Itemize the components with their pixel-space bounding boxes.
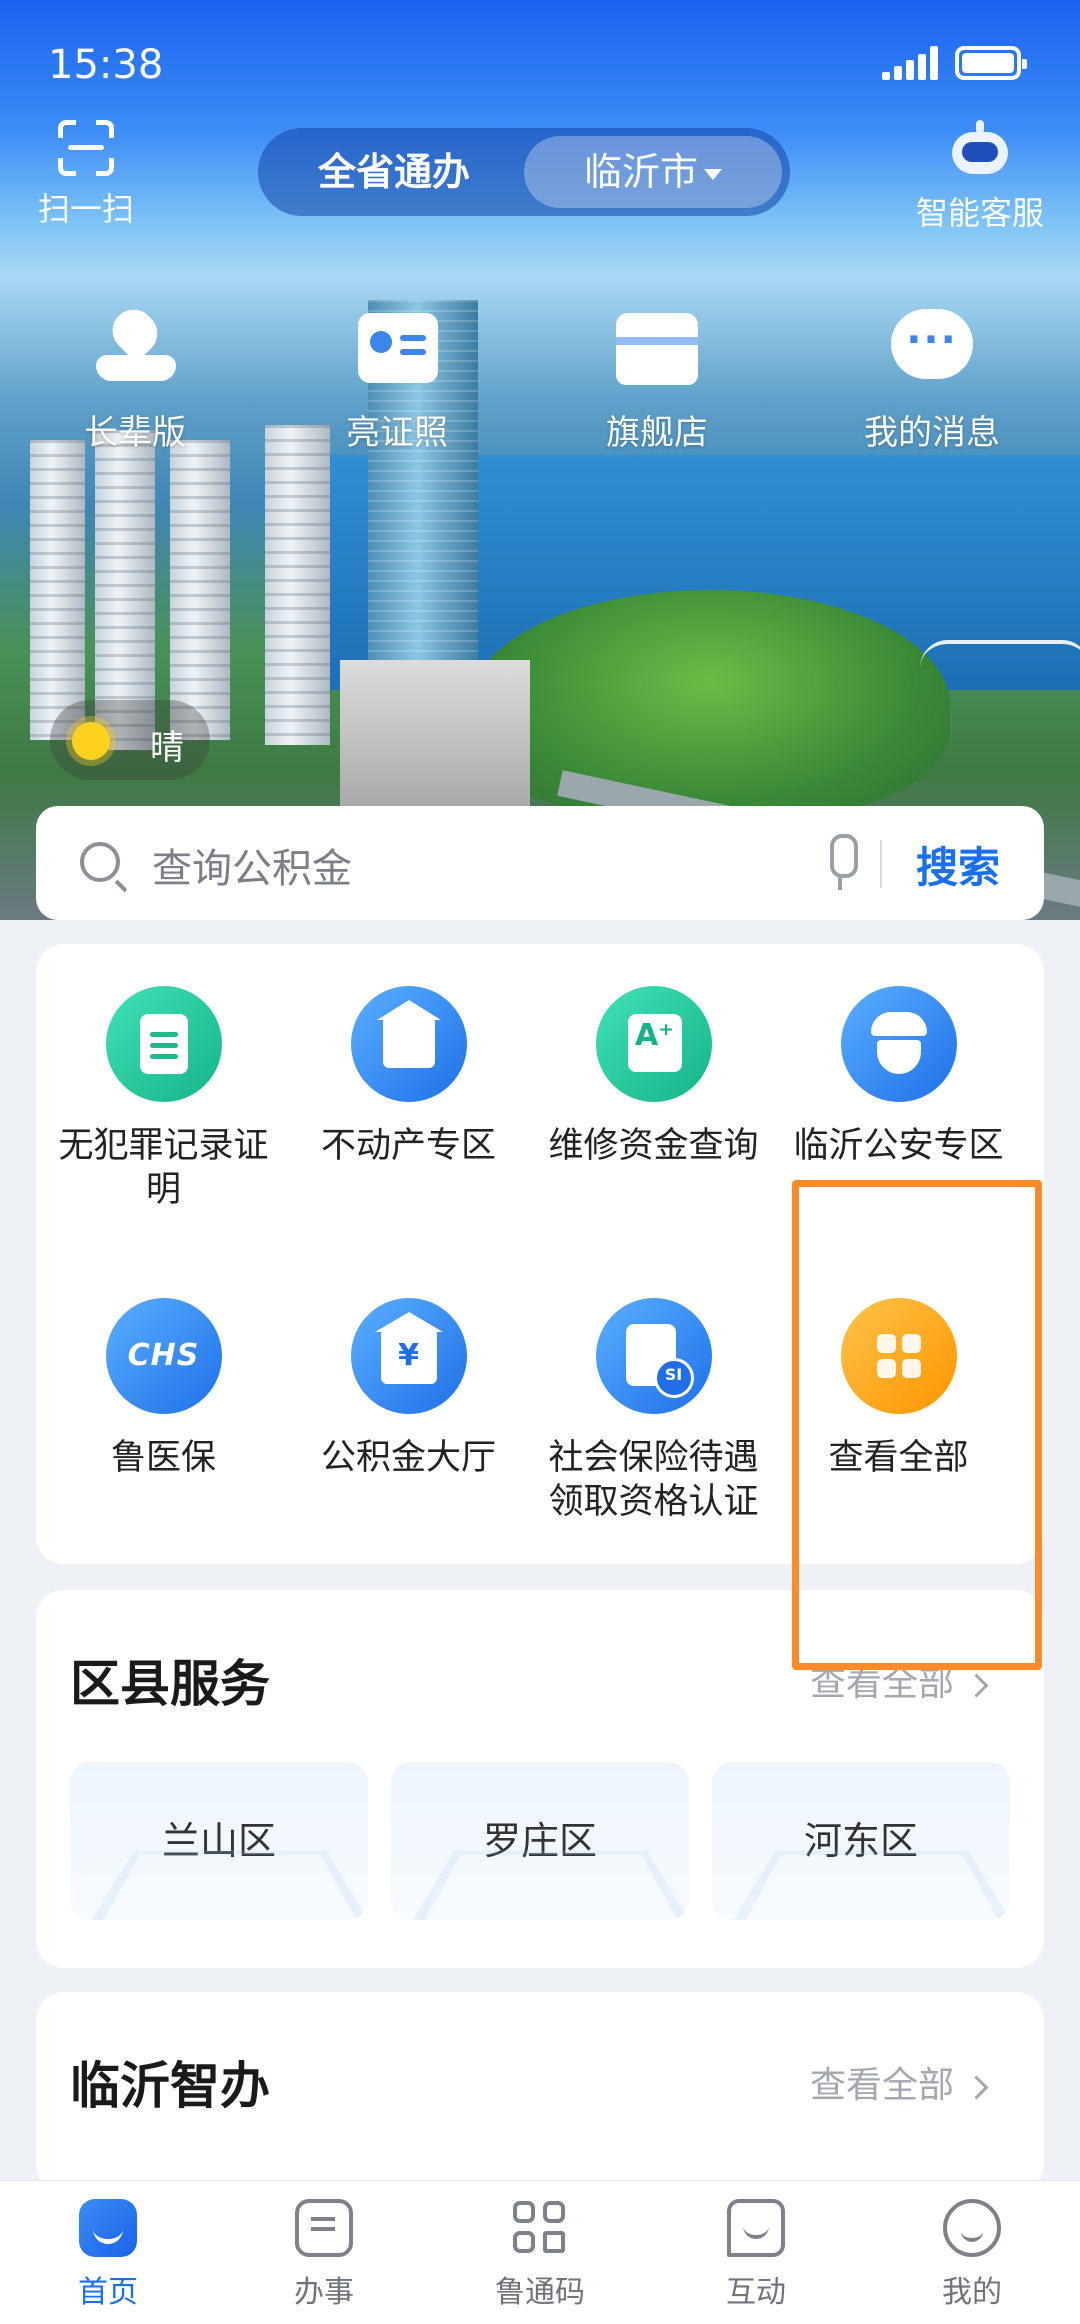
caret-down-icon	[704, 169, 722, 180]
scan-button[interactable]: 扫一扫	[28, 120, 144, 230]
building-image	[265, 425, 330, 745]
toggle-city-option[interactable]: 临沂市	[524, 136, 782, 208]
elder-care-icon	[92, 300, 178, 391]
service-label: 鲁医保	[110, 1438, 216, 1478]
quick-action-label: 长辈版	[84, 413, 186, 453]
district-item[interactable]: 河东区	[712, 1762, 1010, 1920]
service-repair-fund[interactable]: A⁺ 维修资金查询	[531, 986, 776, 1168]
weather-label: 晴	[150, 728, 184, 768]
tab-label: 我的	[942, 2275, 1002, 2310]
service-label: 临沂公安专区	[793, 1126, 1004, 1166]
smart-view-all-link[interactable]: 查看全部	[810, 2056, 985, 2108]
microphone-icon[interactable]	[820, 834, 860, 894]
weather-badge[interactable]: 晴	[50, 700, 210, 780]
service-label: 维修资金查询	[548, 1126, 759, 1166]
chs-insurance-icon: CHS	[105, 1298, 222, 1414]
building-image	[30, 440, 85, 740]
tab-label: 鲁通码	[495, 2275, 585, 2310]
service-housing-fund[interactable]: ¥ 公积金大厅	[286, 1298, 531, 1480]
quick-action-messages[interactable]: 我的消息	[832, 305, 1032, 454]
scan-label: 扫一扫	[37, 190, 134, 228]
chat-icon	[727, 2199, 785, 2257]
search-input[interactable]: 查询公积金	[152, 836, 352, 894]
tab-profile[interactable]: 我的	[864, 2199, 1080, 2311]
tab-home[interactable]: 首页	[0, 2199, 216, 2311]
repair-fund-icon: A⁺	[595, 986, 712, 1102]
building-image	[170, 440, 230, 740]
battery-icon	[955, 46, 1027, 80]
service-label: 公积金大厅	[320, 1438, 496, 1478]
scan-icon	[58, 120, 114, 176]
search-divider	[880, 840, 882, 888]
home-icon	[79, 2199, 137, 2257]
robot-icon	[946, 120, 1014, 180]
service-real-estate[interactable]: 不动产专区	[286, 986, 531, 1168]
police-icon	[840, 986, 957, 1102]
service-label: 社会保险待遇领取资格认证	[548, 1438, 759, 1522]
status-bar: 15:38	[0, 0, 1080, 130]
bridge-image-area	[920, 640, 1080, 668]
service-no-criminal-record[interactable]: 无犯罪记录证明	[41, 986, 286, 1212]
certificate-icon	[105, 986, 222, 1102]
bottom-tab-bar: 首页 办事 鲁通码 互动 我的	[0, 2180, 1080, 2324]
quick-action-label: 我的消息	[864, 413, 1000, 453]
search-icon	[80, 842, 120, 882]
task-icon	[295, 2199, 353, 2257]
sun-icon	[72, 722, 110, 760]
id-card-icon	[354, 305, 440, 391]
district-item[interactable]: 罗庄区	[391, 1762, 689, 1920]
service-social-insurance[interactable]: 社会保险待遇领取资格认证	[531, 1298, 776, 1524]
smiley-icon	[943, 2199, 1001, 2257]
toggle-province-option[interactable]: 全省通办	[258, 128, 530, 216]
store-icon	[614, 305, 700, 391]
clock: 15:38	[48, 42, 164, 88]
qr-code-icon	[511, 2199, 569, 2257]
tab-interaction[interactable]: 互动	[648, 2199, 864, 2311]
district-item[interactable]: 兰山区	[70, 1762, 368, 1920]
customer-service-label: 智能客服	[915, 194, 1044, 232]
region-toggle: 全省通办 临沂市	[258, 128, 790, 216]
service-label: 无犯罪记录证明	[58, 1126, 269, 1210]
quick-action-label: 亮证照	[346, 413, 448, 453]
tab-services[interactable]: 办事	[216, 2199, 432, 2311]
tab-label: 互动	[726, 2275, 786, 2310]
customer-service-button[interactable]: 智能客服	[900, 120, 1060, 234]
search-button[interactable]: 搜索	[916, 834, 1000, 895]
service-medical-insurance[interactable]: CHS 鲁医保	[41, 1298, 286, 1480]
quick-action-label: 旗舰店	[606, 413, 708, 453]
service-label: 不动产专区	[320, 1126, 496, 1166]
tab-label: 办事	[294, 2275, 354, 2310]
district-section-title: 区县服务	[70, 1655, 270, 1713]
message-icon	[889, 305, 975, 391]
social-insurance-icon	[595, 1298, 712, 1414]
housing-fund-icon: ¥	[350, 1298, 467, 1414]
quick-action-id-card[interactable]: 亮证照	[297, 305, 497, 454]
island-image-area	[470, 590, 950, 820]
city-label: 临沂市	[583, 150, 698, 194]
quick-action-elder[interactable]: 长辈版	[35, 300, 235, 454]
signal-icon	[878, 46, 938, 80]
service-police[interactable]: 临沂公安专区	[776, 986, 1021, 1168]
quick-action-store[interactable]: 旗舰店	[557, 305, 757, 454]
low-building-image	[340, 660, 530, 810]
smart-section-title: 临沂智办	[70, 2057, 270, 2115]
highlight-box	[792, 1180, 1042, 1670]
search-bar[interactable]: 查询公积金 搜索	[36, 806, 1044, 920]
real-estate-icon	[350, 986, 467, 1102]
tab-label: 首页	[78, 2275, 138, 2310]
tab-code[interactable]: 鲁通码	[432, 2199, 648, 2311]
